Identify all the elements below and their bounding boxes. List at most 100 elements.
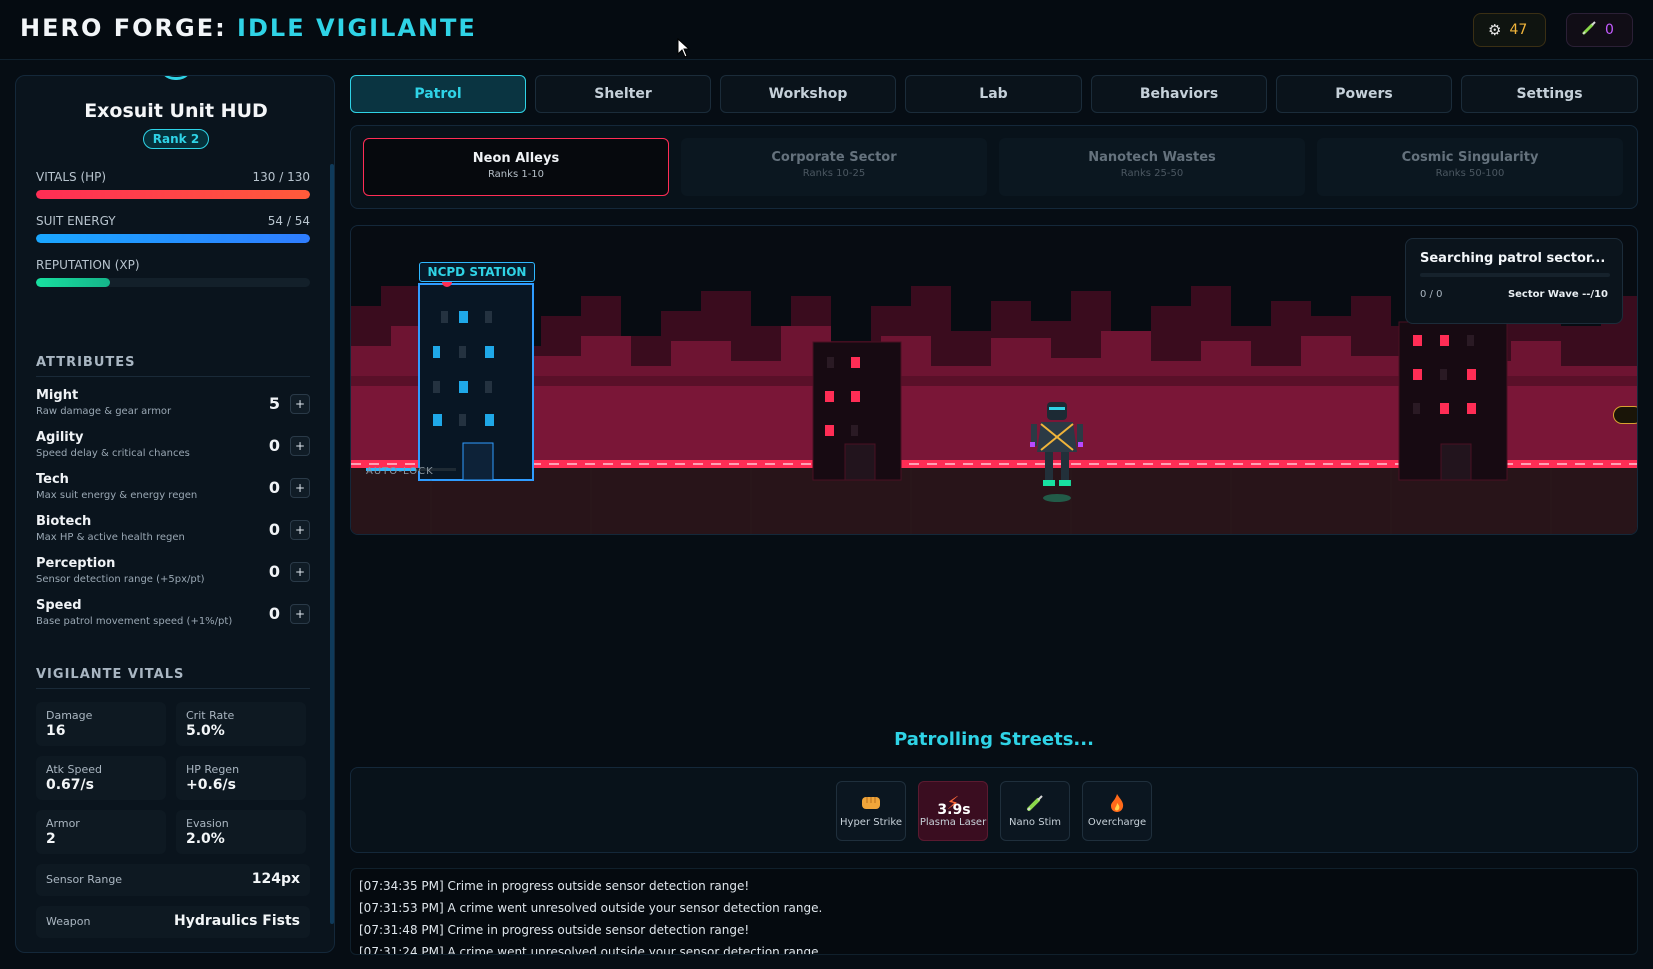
add-perception-button[interactable]: + bbox=[290, 562, 310, 582]
hud-scrollbar[interactable] bbox=[330, 164, 334, 924]
sector-name: Nanotech Wastes bbox=[1088, 150, 1216, 165]
attribute-value: 0 bbox=[268, 436, 280, 455]
sector-search-panel: Searching patrol sector... 0 / 0 Sector … bbox=[1405, 238, 1623, 324]
skill-nano-stim[interactable]: Nano Stim bbox=[1000, 781, 1070, 841]
skill-hyper-strike[interactable]: Hyper Strike bbox=[836, 781, 906, 841]
stat-value: 2.0% bbox=[186, 831, 225, 847]
app-title: HERO FORGE: IDLE VIGILANTE bbox=[20, 14, 477, 42]
energy-bar bbox=[36, 234, 310, 243]
stat-armor: Armor 2 bbox=[36, 810, 166, 854]
tab-behaviors[interactable]: Behaviors bbox=[1091, 75, 1267, 113]
attribute-desc: Base patrol movement speed (+1%/pt) bbox=[36, 616, 233, 627]
sector-neon-alleys[interactable]: Neon Alleys Ranks 1-10 bbox=[363, 138, 669, 196]
skill-plasma-laser[interactable]: ⚡ 3.9s Plasma Laser bbox=[918, 781, 988, 841]
vitals-heading: VIGILANTE VITALS bbox=[36, 667, 310, 689]
attribute-desc: Speed delay & critical chances bbox=[36, 448, 190, 459]
hud-ornament bbox=[159, 76, 193, 80]
sector-nanotech[interactable]: Nanotech Wastes Ranks 25-50 bbox=[999, 138, 1305, 196]
event-log[interactable]: [07:34:35 PM] Crime in progress outside … bbox=[350, 868, 1638, 955]
sector-selector: Neon Alleys Ranks 1-10 Corporate Sector … bbox=[350, 125, 1638, 209]
attribute-biotech: Biotech Max HP & active health regen 0 + bbox=[36, 514, 310, 550]
log-entry: [07:31:48 PM] Crime in progress outside … bbox=[359, 923, 750, 937]
add-speed-button[interactable]: + bbox=[290, 604, 310, 624]
attribute-desc: Max suit energy & energy regen bbox=[36, 490, 198, 501]
tab-lab[interactable]: Lab bbox=[905, 75, 1082, 113]
stat-hp-regen: HP Regen +0.6/s bbox=[176, 756, 306, 800]
title-main: HERO FORGE: bbox=[20, 14, 227, 42]
stat-label: Crit Rate bbox=[186, 709, 235, 722]
stat-value: 5.0% bbox=[186, 723, 225, 739]
skill-overcharge[interactable]: Overcharge bbox=[1082, 781, 1152, 841]
rank-badge: Rank 2 bbox=[143, 129, 209, 149]
syringe-icon bbox=[1001, 793, 1069, 815]
sector-name: Corporate Sector bbox=[771, 150, 897, 165]
station-label: NCPD STATION bbox=[419, 262, 535, 282]
attribute-might: Might Raw damage & gear armor 5 + bbox=[36, 388, 310, 424]
patrol-status: Patrolling Streets... bbox=[894, 729, 1094, 750]
sector-wave: Sector Wave --/10 bbox=[1507, 289, 1608, 300]
sensor-range-row: Sensor Range 124px bbox=[36, 864, 310, 896]
attribute-name: Perception bbox=[36, 556, 116, 571]
attribute-name: Tech bbox=[36, 472, 69, 487]
vitals-label: VITALS (HP) bbox=[36, 170, 107, 184]
gears-counter: ⚙ 47 bbox=[1473, 13, 1546, 47]
add-tech-button[interactable]: + bbox=[290, 478, 310, 498]
fist-icon bbox=[837, 793, 905, 815]
search-progress-bar bbox=[1420, 273, 1610, 277]
attribute-name: Might bbox=[36, 388, 79, 403]
attribute-name: Biotech bbox=[36, 514, 92, 529]
skill-label: Nano Stim bbox=[1008, 817, 1062, 828]
sector-ranks: Ranks 1-10 bbox=[487, 169, 545, 180]
hp-bar bbox=[36, 190, 310, 199]
skill-label: Overcharge bbox=[1087, 817, 1147, 828]
stat-label: Armor bbox=[46, 817, 80, 830]
attribute-value: 0 bbox=[268, 478, 280, 497]
sector-cosmic[interactable]: Cosmic Singularity Ranks 50-100 bbox=[1317, 138, 1623, 196]
attribute-desc: Max HP & active health regen bbox=[36, 532, 185, 543]
tab-workshop[interactable]: Workshop bbox=[720, 75, 896, 113]
sensor-range-label: Sensor Range bbox=[46, 873, 123, 886]
search-count: 0 / 0 bbox=[1420, 289, 1443, 300]
attribute-desc: Raw damage & gear armor bbox=[36, 406, 172, 417]
add-agility-button[interactable]: + bbox=[290, 436, 310, 456]
xp-bar bbox=[36, 278, 310, 287]
hp-bar-fill bbox=[36, 190, 310, 199]
sector-corporate[interactable]: Corporate Sector Ranks 10-25 bbox=[681, 138, 987, 196]
attribute-tech: Tech Max suit energy & energy regen 0 + bbox=[36, 472, 310, 508]
hud-title: Exosuit Unit HUD bbox=[84, 100, 268, 122]
app-header: HERO FORGE: IDLE VIGILANTE ⚙ 47 0 bbox=[0, 0, 1653, 60]
stat-evasion: Evasion 2.0% bbox=[176, 810, 306, 854]
gears-count: 47 bbox=[1509, 22, 1528, 38]
energy-label: SUIT ENERGY bbox=[36, 214, 116, 228]
title-accent: IDLE VIGILANTE bbox=[237, 14, 477, 42]
energy-bar-fill bbox=[36, 234, 310, 243]
weapon-value: Hydraulics Fists bbox=[173, 913, 300, 929]
tab-settings[interactable]: Settings bbox=[1461, 75, 1638, 113]
tab-patrol[interactable]: Patrol bbox=[350, 75, 526, 113]
add-might-button[interactable]: + bbox=[290, 394, 310, 414]
search-title: Searching patrol sector... bbox=[1420, 251, 1606, 266]
skill-label: Hyper Strike bbox=[840, 817, 902, 828]
patrol-scene: NCPD STATION AUTO-LOCK Searching patrol … bbox=[350, 225, 1638, 535]
xp-bar-fill bbox=[36, 278, 110, 287]
tab-shelter[interactable]: Shelter bbox=[535, 75, 711, 113]
attribute-agility: Agility Speed delay & critical chances 0… bbox=[36, 430, 310, 466]
sector-ranks: Ranks 50-100 bbox=[1435, 168, 1505, 179]
skills-bar: Hyper Strike ⚡ 3.9s Plasma Laser Nano St… bbox=[350, 767, 1638, 853]
offscreen-indicator bbox=[1613, 406, 1637, 424]
attributes-heading: ATTRIBUTES bbox=[36, 355, 310, 377]
sensor-range-value: 124px bbox=[251, 871, 300, 887]
attribute-desc: Sensor detection range (+5px/pt) bbox=[36, 574, 205, 585]
syringe-icon bbox=[1581, 20, 1597, 40]
tab-powers[interactable]: Powers bbox=[1276, 75, 1452, 113]
stat-value: +0.6/s bbox=[186, 777, 236, 793]
stat-label: Damage bbox=[46, 709, 93, 722]
sector-ranks: Ranks 10-25 bbox=[802, 168, 866, 179]
attribute-value: 0 bbox=[268, 604, 280, 623]
log-entry: [07:31:24 PM] A crime went unresolved ou… bbox=[359, 945, 823, 955]
add-biotech-button[interactable]: + bbox=[290, 520, 310, 540]
attribute-speed: Speed Base patrol movement speed (+1%/pt… bbox=[36, 598, 310, 634]
sector-ranks: Ranks 25-50 bbox=[1120, 168, 1184, 179]
sector-name: Cosmic Singularity bbox=[1401, 150, 1539, 165]
hud-panel: Exosuit Unit HUD Rank 2 VITALS (HP) 130 … bbox=[15, 75, 335, 953]
